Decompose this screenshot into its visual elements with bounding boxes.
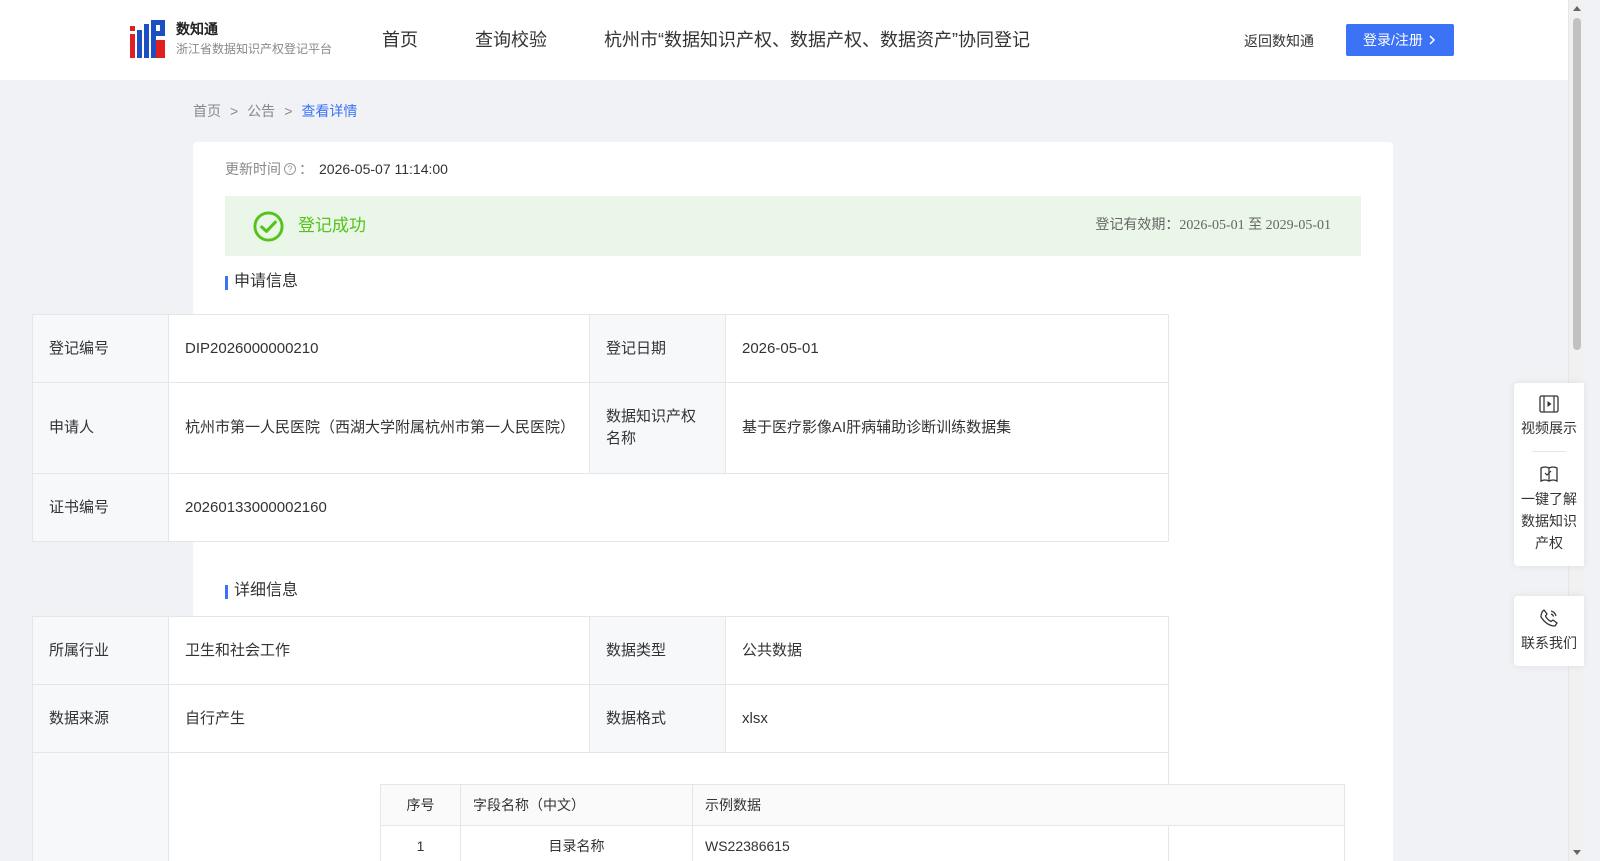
col-header-sample: 示例数据 [692, 784, 1345, 826]
login-register-button[interactable]: 登录/注册 [1346, 24, 1454, 56]
source-value: 自行产生 [168, 684, 590, 753]
data-type-value: 公共数据 [725, 616, 1169, 685]
table-row: 申请人 杭州市第一人民医院（西湖大学附属杭州市第一人民医院） 数据知识产权名称 … [32, 382, 1169, 474]
breadcrumb: 首页 > 公告 > 查看详情 [193, 101, 357, 121]
applicant-value: 杭州市第一人民医院（西湖大学附属杭州市第一人民医院） [168, 382, 590, 474]
reg-no-label: 登记编号 [32, 314, 169, 383]
table-row: 登记编号 DIP2026000000210 登记日期 2026-05-01 [32, 314, 1169, 383]
cell-field-name: 目录名称 [460, 825, 693, 861]
video-icon [1539, 395, 1559, 413]
video-showcase-label: 视频展示 [1521, 420, 1577, 436]
industry-value: 卫生和社会工作 [168, 616, 590, 685]
update-time-label: 更新时间 [225, 161, 281, 177]
fields-table: 序号 字段名称（中文） 示例数据 1 目录名称 WS22386615 [380, 784, 1345, 861]
logo-subtitle: 浙江省数据知识产权登记平台 [176, 42, 333, 56]
status-text: 登记成功 [298, 216, 366, 235]
reg-date-value: 2026-05-01 [725, 314, 1169, 383]
ip-name-label: 数据知识产权名称 [589, 382, 726, 474]
nav-query-verify[interactable]: 查询校验 [475, 27, 547, 53]
side-float-panel: 视频展示 一键了解数据知识产权 [1514, 383, 1584, 566]
logo-name: 数知通 [176, 21, 218, 37]
phone-icon [1540, 609, 1558, 627]
industry-label: 所属行业 [32, 616, 169, 685]
scroll-up-arrow-icon[interactable] [1573, 6, 1581, 11]
learn-data-ip-label: 一键了解数据知识产权 [1521, 491, 1577, 551]
breadcrumb-home[interactable]: 首页 [193, 101, 221, 121]
scroll-down-arrow-icon[interactable] [1573, 850, 1581, 855]
breadcrumb-separator: > [284, 103, 293, 119]
format-label: 数据格式 [589, 684, 726, 753]
fields-table-header: 序号 字段名称（中文） 示例数据 [380, 784, 1345, 826]
applicant-label: 申请人 [32, 382, 169, 474]
source-label: 数据来源 [32, 684, 169, 753]
col-header-index: 序号 [380, 784, 461, 826]
update-time-colon: ： [299, 161, 313, 177]
cert-no-label: 证书编号 [32, 473, 169, 542]
contact-us-label: 联系我们 [1521, 635, 1577, 651]
logo-mark-icon [130, 20, 166, 58]
table-row: 数据来源 自行产生 数据格式 xlsx [32, 684, 1169, 753]
cert-no-value: 20260133000002160 [168, 473, 1169, 542]
site-logo[interactable]: 数知通 浙江省数据知识产权登记平台 [130, 20, 332, 58]
ip-name-value: 基于医疗影像AI肝病辅助诊断训练数据集 [725, 382, 1169, 474]
table-row: 1 目录名称 WS22386615 [380, 825, 1345, 861]
breadcrumb-current: 查看详情 [301, 103, 358, 119]
learn-data-ip-button[interactable]: 一键了解数据知识产权 [1514, 452, 1584, 566]
cell-index: 1 [380, 825, 461, 861]
breadcrumb-notice[interactable]: 公告 [247, 101, 275, 121]
col-header-field-name: 字段名称（中文） [460, 784, 693, 826]
nav-home[interactable]: 首页 [382, 27, 418, 53]
nav-hangzhou-registration[interactable]: 杭州市“数据知识产权、数据产权、数据资产”协同登记 [604, 27, 1030, 53]
reg-date-label: 登记日期 [589, 314, 726, 383]
main-nav: 首页 查询校验 杭州市“数据知识产权、数据产权、数据资产”协同登记 [382, 27, 1087, 53]
book-icon [1540, 466, 1558, 483]
reg-no-value: DIP2026000000210 [168, 314, 590, 383]
help-question-icon[interactable]: ? [284, 163, 296, 175]
scroll-thumb[interactable] [1573, 18, 1581, 350]
update-time-row: 更新时间 ? ： 2026-05-07 11:14:00 [225, 159, 448, 179]
application-info-table: 登记编号 DIP2026000000210 登记日期 2026-05-01 申请… [32, 314, 1169, 542]
contact-us-button[interactable]: 联系我们 [1514, 596, 1584, 666]
chevron-right-icon [1429, 35, 1435, 45]
format-value: xlsx [725, 684, 1169, 753]
update-time-value: 2026-05-07 11:14:00 [319, 161, 448, 177]
side-contact-panel: 联系我们 [1514, 596, 1584, 666]
table-row: 所属行业 卫生和社会工作 数据类型 公共数据 [32, 616, 1169, 685]
cell-sample: WS22386615 [692, 825, 1345, 861]
login-register-label: 登录/注册 [1363, 32, 1423, 48]
check-circle-icon [253, 211, 284, 242]
application-section-title: 申请信息 [225, 272, 298, 292]
fields-label-cell [32, 752, 169, 861]
back-to-shuzhitong-link[interactable]: 返回数知通 [1244, 31, 1314, 51]
status-banner: 登记成功 登记有效期：2026-05-01 至 2029-05-01 [225, 196, 1361, 256]
detail-section-title: 详细信息 [225, 581, 298, 601]
validity-period: 登记有效期：2026-05-01 至 2029-05-01 [1095, 218, 1331, 233]
data-type-label: 数据类型 [589, 616, 726, 685]
top-header: 数知通 浙江省数据知识产权登记平台 首页 查询校验 杭州市“数据知识产权、数据产… [0, 0, 1568, 80]
video-showcase-button[interactable]: 视频展示 [1514, 383, 1584, 451]
table-row: 证书编号 20260133000002160 [32, 473, 1169, 542]
breadcrumb-separator: > [230, 103, 239, 119]
